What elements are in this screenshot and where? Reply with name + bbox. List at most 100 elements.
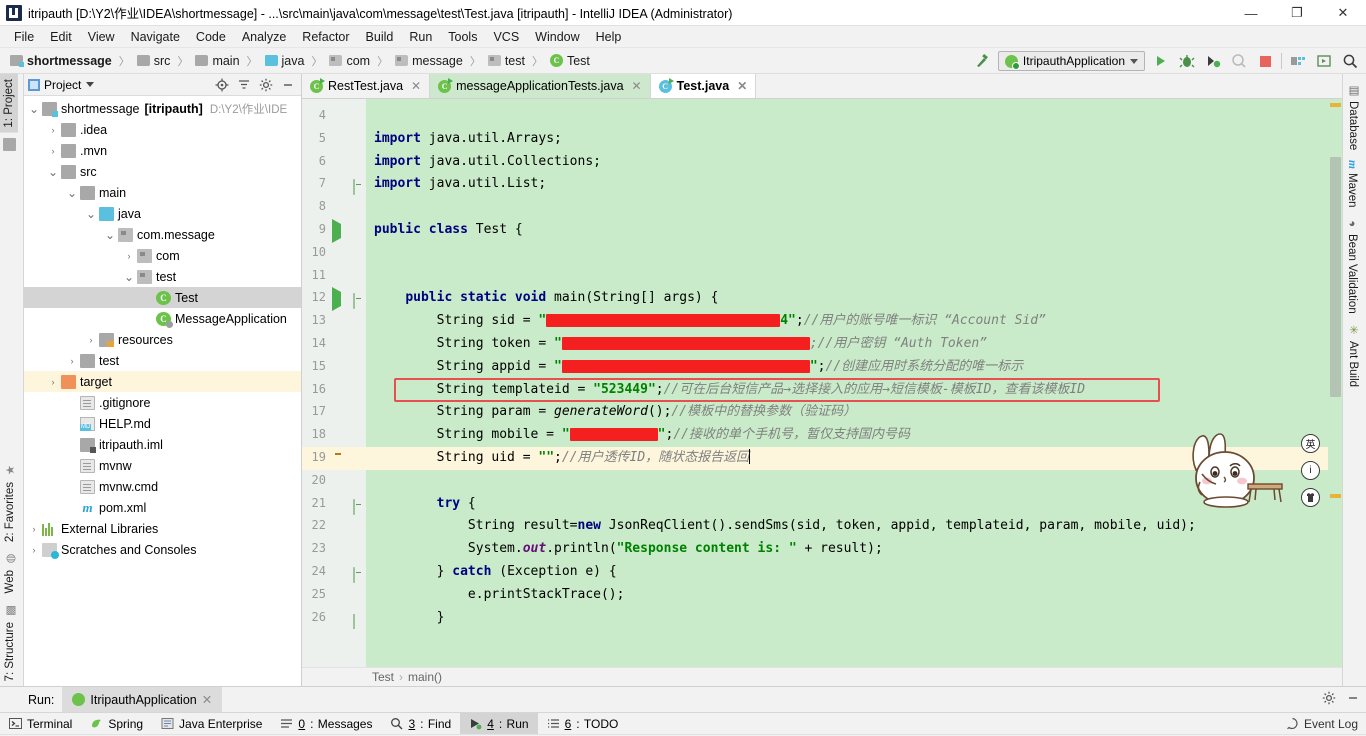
code-line[interactable]: String sid = " 4";//用户的账号唯一标识 “Account Si… bbox=[366, 310, 1328, 333]
menu-run[interactable]: Run bbox=[401, 28, 440, 46]
gutter-line[interactable]: 17 bbox=[302, 401, 366, 424]
tree-node[interactable]: › resources bbox=[24, 329, 301, 350]
minimize-icon[interactable] bbox=[1346, 691, 1360, 708]
editor-scrollbar-thumb[interactable] bbox=[1330, 157, 1341, 397]
code-line[interactable]: } bbox=[366, 607, 1328, 630]
menu-code[interactable]: Code bbox=[188, 28, 234, 46]
editor-tab-test[interactable]: C Test.java ✕ bbox=[650, 74, 757, 98]
code-line[interactable]: String param = generateWord();//模板中的替换参数… bbox=[366, 401, 1328, 424]
bottom-tab-todo[interactable]: 6: TODO bbox=[538, 713, 628, 735]
rail-tab-ant-build[interactable]: ✳ Ant Build bbox=[1343, 318, 1363, 392]
code-line[interactable]: String templateid = "523449";//可在后台短信产品→… bbox=[366, 379, 1328, 402]
rail-tab-project[interactable]: 1: Project bbox=[0, 74, 18, 133]
close-icon[interactable]: ✕ bbox=[737, 79, 747, 93]
menu-navigate[interactable]: Navigate bbox=[123, 28, 188, 46]
bottom-tab-terminal[interactable]: Terminal bbox=[0, 713, 81, 735]
code-text[interactable]: import java.util.Arrays; import java.util… bbox=[366, 99, 1328, 667]
scrollbar-marker-column[interactable] bbox=[1328, 99, 1342, 667]
tree-node[interactable]: ⌄ test bbox=[24, 266, 301, 287]
update-project-icon[interactable] bbox=[1314, 51, 1334, 71]
line-number-gutter[interactable]: 4 5 6 7 8 9 10 11 12 13 14 15 16 17 18 19 20 21 22 23 24 25 26 bbox=[302, 99, 366, 667]
run-configuration-selector[interactable]: ItripauthApplication bbox=[997, 51, 1145, 71]
hide-panel-icon[interactable] bbox=[279, 76, 297, 94]
rail-tab-web[interactable]: Web ◍ bbox=[0, 547, 20, 598]
chevron-right-icon[interactable]: › bbox=[47, 146, 59, 156]
error-marker[interactable] bbox=[1330, 103, 1341, 107]
close-icon[interactable]: ✕ bbox=[411, 79, 421, 93]
close-button[interactable]: ✕ bbox=[1320, 0, 1366, 26]
project-panel-title[interactable]: Project bbox=[44, 78, 95, 92]
breadcrumb-item-message[interactable]: message bbox=[393, 53, 465, 69]
gear-icon[interactable] bbox=[257, 76, 275, 94]
gutter-line[interactable]: 5 bbox=[302, 128, 366, 151]
run-with-coverage-icon[interactable] bbox=[1203, 51, 1223, 71]
breadcrumb-item-test[interactable]: test bbox=[486, 53, 527, 69]
breadcrumb-method[interactable]: main() bbox=[408, 670, 442, 684]
tree-node[interactable]: ⌄ com.message bbox=[24, 224, 301, 245]
tree-node[interactable]: .gitignore bbox=[24, 392, 301, 413]
editor-tab-messageapplicationtests[interactable]: C messageApplicationTests.java ✕ bbox=[430, 74, 651, 98]
gutter-line[interactable]: 23 bbox=[302, 538, 366, 561]
rail-tab-maven[interactable]: m Maven bbox=[1343, 155, 1361, 212]
tree-node[interactable]: ⌄ main bbox=[24, 182, 301, 203]
breadcrumb-item-class[interactable]: C Test bbox=[548, 53, 592, 69]
run-icon[interactable] bbox=[1151, 51, 1171, 71]
stop-icon[interactable] bbox=[1255, 51, 1275, 71]
gutter-line[interactable]: 12 bbox=[302, 287, 366, 312]
gutter-line[interactable]: 21 bbox=[302, 493, 366, 516]
ime-language-button[interactable]: 英 bbox=[1301, 434, 1320, 453]
maximize-button[interactable]: ❐ bbox=[1274, 0, 1320, 26]
tree-node[interactable]: › Scratches and Consoles bbox=[24, 539, 301, 560]
tree-node[interactable]: C MessageApplication bbox=[24, 308, 301, 329]
tree-node[interactable]: mvnw.cmd bbox=[24, 476, 301, 497]
code-line[interactable]: import java.util.List; bbox=[366, 173, 1328, 196]
gutter-line[interactable]: 15 bbox=[302, 356, 366, 379]
menu-analyze[interactable]: Analyze bbox=[234, 28, 294, 46]
tree-node[interactable]: m pom.xml bbox=[24, 497, 301, 518]
rail-tab-favorites[interactable]: 2: Favorites ★ bbox=[0, 459, 20, 547]
breadcrumb-item-main[interactable]: main bbox=[193, 53, 241, 69]
rail-tab-structure[interactable]: 7: Structure ▩ bbox=[0, 599, 20, 686]
code-fold-handle[interactable] bbox=[353, 613, 363, 629]
code-fold-handle[interactable] bbox=[353, 566, 363, 583]
tree-node[interactable]: HELP.md bbox=[24, 413, 301, 434]
code-fold-handle[interactable] bbox=[353, 498, 363, 515]
chevron-down-icon[interactable]: ⌄ bbox=[104, 229, 116, 241]
breadcrumb-item-project[interactable]: shortmessage bbox=[8, 53, 114, 69]
bottom-tab-run[interactable]: 4: Run bbox=[460, 712, 538, 735]
bottom-tab-java-enterprise[interactable]: Java Enterprise bbox=[152, 713, 271, 735]
ime-skin-button[interactable] bbox=[1301, 488, 1320, 507]
menu-tools[interactable]: Tools bbox=[440, 28, 485, 46]
chevron-right-icon[interactable]: › bbox=[28, 524, 40, 534]
gutter-line[interactable]: 26 bbox=[302, 607, 366, 630]
gutter-line[interactable]: 4 bbox=[302, 105, 366, 128]
code-line[interactable] bbox=[366, 242, 1328, 265]
gutter-line[interactable]: 7 bbox=[302, 173, 366, 196]
code-line[interactable]: import java.util.Arrays; bbox=[366, 128, 1328, 151]
rail-tab-database[interactable]: ▤ Database bbox=[1343, 78, 1363, 155]
gutter-line[interactable]: 11 bbox=[302, 265, 366, 288]
breadcrumb-item-src[interactable]: src bbox=[135, 53, 173, 69]
hammer-icon[interactable] bbox=[972, 51, 992, 71]
search-everywhere-icon[interactable] bbox=[1340, 51, 1360, 71]
gutter-line[interactable]: 25 bbox=[302, 584, 366, 607]
gutter-line[interactable]: 19 bbox=[302, 446, 366, 470]
breadcrumb-class[interactable]: Test bbox=[372, 670, 394, 684]
locate-icon[interactable] bbox=[213, 76, 231, 94]
close-icon[interactable]: ✕ bbox=[202, 692, 212, 707]
code-line[interactable]: System.out.println("Response content is:… bbox=[366, 538, 1328, 561]
project-structure-icon[interactable] bbox=[1288, 51, 1308, 71]
code-line[interactable]: public class Test { bbox=[366, 219, 1328, 242]
chevron-right-icon[interactable]: › bbox=[85, 335, 97, 345]
code-editor[interactable]: 4 5 6 7 8 9 10 11 12 13 14 15 16 17 18 19 20 21 22 23 24 25 26… bbox=[302, 99, 1342, 667]
close-icon[interactable]: ✕ bbox=[632, 79, 642, 93]
tree-node[interactable]: ⌄ shortmessage [itripauth] D:\Y2\作业\IDE bbox=[24, 98, 301, 119]
editor-tab-resttest[interactable]: C RestTest.java ✕ bbox=[302, 74, 431, 98]
chevron-down-icon[interactable]: ⌄ bbox=[47, 166, 59, 178]
tree-node[interactable]: ⌄ src bbox=[24, 161, 301, 182]
run-tab-itripauthapplication[interactable]: ItripauthApplication ✕ bbox=[62, 686, 223, 713]
gutter-line[interactable]: 6 bbox=[302, 151, 366, 174]
bottom-tab-find[interactable]: 3: Find bbox=[381, 713, 460, 735]
ime-info-button[interactable]: i bbox=[1301, 461, 1320, 480]
chevron-right-icon[interactable]: › bbox=[66, 356, 78, 366]
